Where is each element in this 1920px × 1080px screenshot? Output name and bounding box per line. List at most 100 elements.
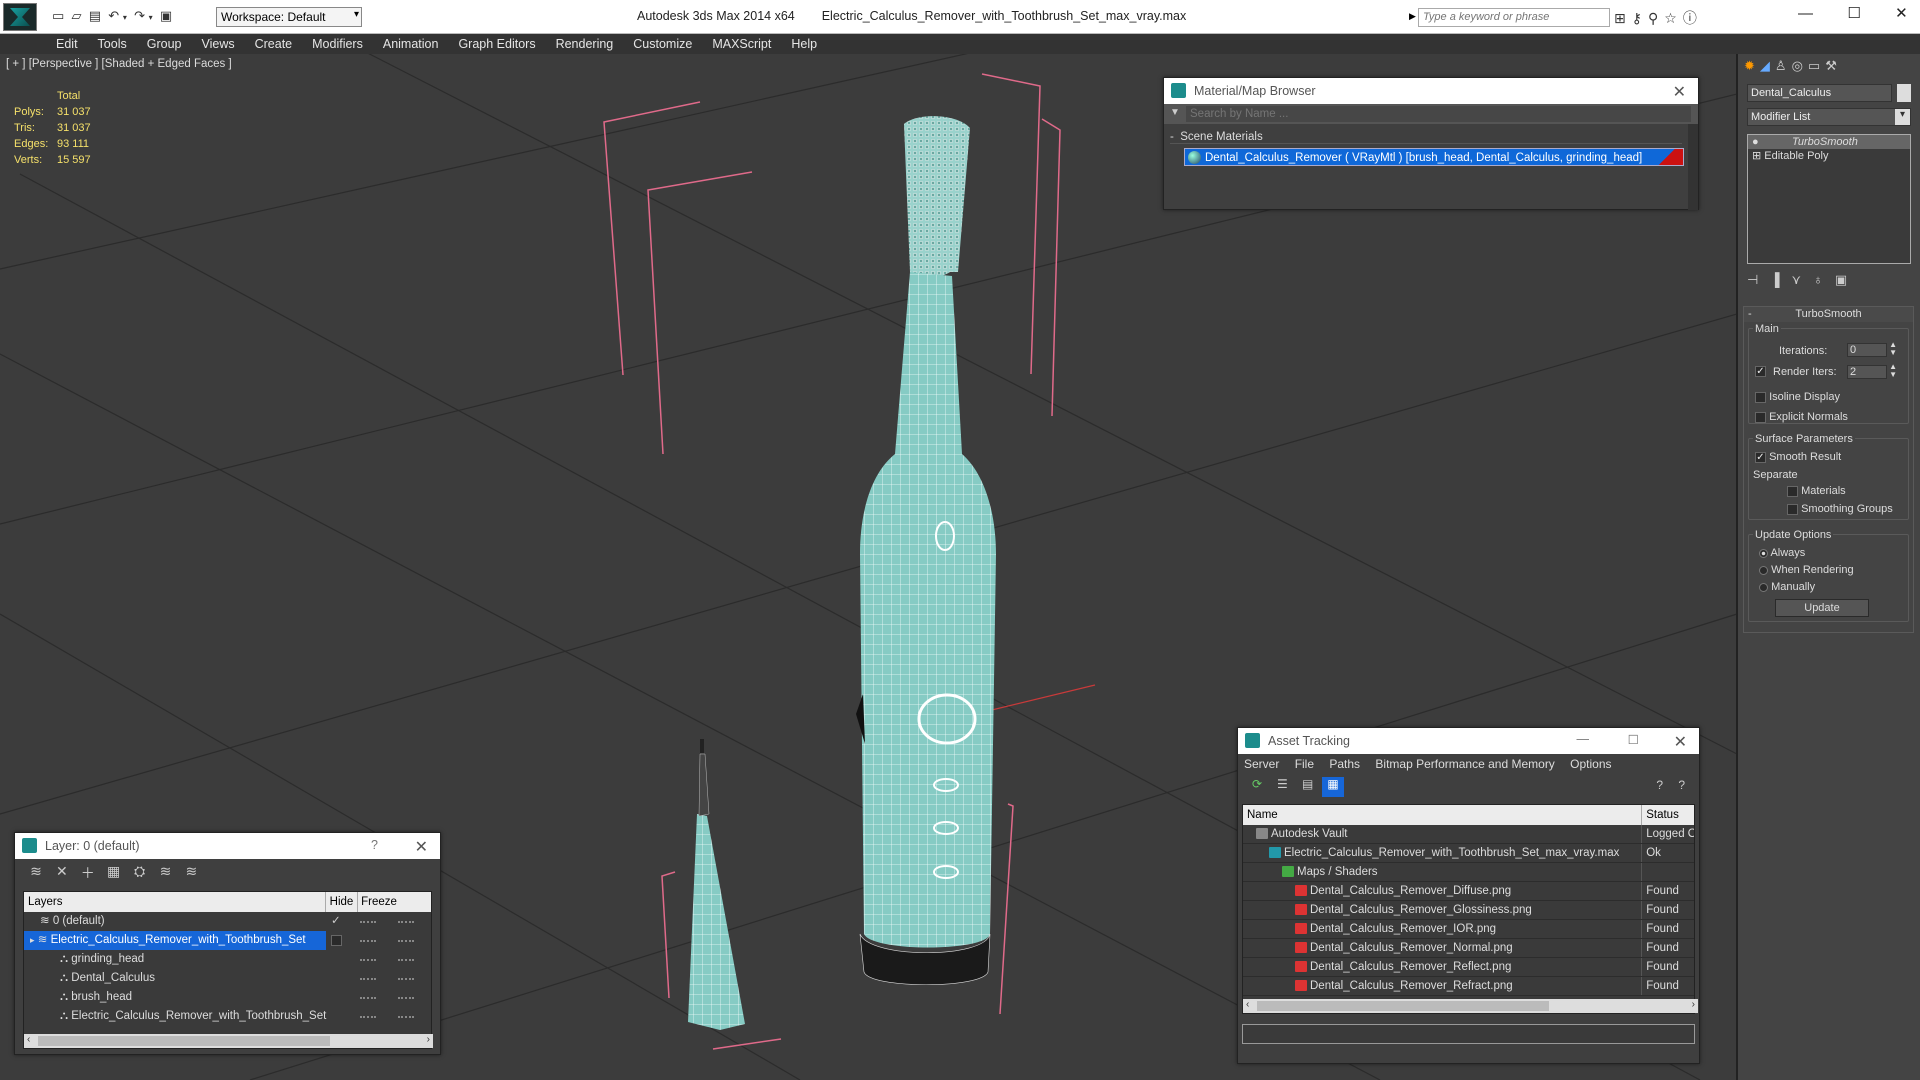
expand-icon[interactable]: ⊞ [1752,150,1761,162]
stack-item-turbosmooth[interactable]: ● TurboSmooth [1748,135,1910,149]
asset-row[interactable]: Dental_Calculus_Remover_Glossiness.png Fo… [1243,901,1694,920]
menu-create[interactable]: Create [245,34,303,51]
motion-tab-icon[interactable]: ◎ [1792,58,1808,73]
create-layer-icon[interactable]: ≋ [25,863,47,883]
asset-path-field[interactable] [1242,1024,1695,1044]
undo-icon[interactable]: ↶ [108,8,119,23]
star-icon[interactable]: ☆ [1664,10,1683,26]
when-rendering-radio[interactable] [1759,565,1768,575]
column-status[interactable]: Status [1642,805,1694,825]
smoothing-groups-checkbox[interactable] [1787,503,1798,515]
display-tab-icon[interactable]: ▭ [1808,58,1825,73]
refresh-icon[interactable]: ⟳ [1246,777,1268,797]
column-hide[interactable]: Hide [326,892,358,912]
update-button[interactable]: Update [1775,599,1869,617]
redo-dropdown-icon[interactable]: ▾ [149,13,153,22]
close-icon[interactable]: ✕ [1895,5,1908,22]
scroll-right-icon[interactable]: › [427,1034,430,1045]
freeze-toggle[interactable] [398,978,414,980]
asset-tracking-titlebar[interactable]: Asset Tracking — ☐ ✕ [1238,728,1699,754]
freeze-all-icon[interactable]: ≋ [180,863,202,883]
redo-icon[interactable]: ↷ [134,8,145,23]
menu-maxscript[interactable]: MAXScript [702,34,781,51]
menu-views[interactable]: Views [191,34,244,51]
asset-row[interactable]: Electric_Calculus_Remover_with_Toothbrus… [1243,844,1694,863]
maximize-icon[interactable]: ☐ [1847,5,1860,22]
create-tab-icon[interactable]: ✹ [1744,58,1760,73]
add-selection-icon[interactable]: ＋ [77,863,99,883]
search-input[interactable] [1419,9,1605,25]
menu-bitmap-performance[interactable]: Bitmap Performance and Memory [1375,757,1554,771]
help-icon[interactable]: ⓘ [1683,10,1703,26]
render-iters-checkbox[interactable]: ✓ [1755,365,1766,377]
scrollbar[interactable] [1688,124,1698,210]
delete-layer-icon[interactable]: ✕ [51,863,73,883]
new-file-icon[interactable]: ▭ [52,8,64,23]
layer-manager-titlebar[interactable]: Layer: 0 (default) ? ✕ [15,833,440,859]
smooth-result-checkbox[interactable]: ✓ [1755,451,1766,463]
scroll-left-icon[interactable]: ‹ [1246,999,1249,1010]
object-row[interactable]: ⛬ Electric_Calculus_Remover_with_Toothbr… [24,1007,431,1026]
freeze-toggle[interactable] [398,921,414,923]
asset-row[interactable]: Dental_Calculus_Remover_Refract.png Found [1243,977,1694,996]
layer-row[interactable]: ≋ 0 (default) ✓ [24,912,431,931]
select-objects-icon[interactable]: ▦ [103,863,125,883]
open-file-icon[interactable]: ▱ [72,8,82,23]
menu-animation[interactable]: Animation [373,34,449,51]
hide-toggle[interactable] [360,921,376,923]
pin-stack-icon[interactable]: ⊣ [1747,272,1770,287]
hide-toggle[interactable] [360,997,376,999]
hide-toggle[interactable] [360,940,376,942]
object-name-field[interactable]: Dental_Calculus [1747,84,1892,102]
current-layer-checkbox[interactable] [331,935,342,946]
material-item[interactable]: Dental_Calculus_Remover ( VRayMtl ) [bru… [1184,148,1684,166]
explicit-normals-checkbox[interactable] [1755,411,1766,423]
manually-radio[interactable] [1759,582,1768,592]
menu-rendering[interactable]: Rendering [546,34,624,51]
asset-row[interactable]: Dental_Calculus_Remover_Diffuse.png Found [1243,882,1694,901]
close-icon[interactable]: ✕ [1674,732,1687,752]
active-layer-check-icon[interactable]: ✓ [331,912,341,931]
freeze-toggle[interactable] [398,997,414,999]
menu-help[interactable]: Help [781,34,827,51]
help-icon[interactable]: ? [1656,778,1663,792]
help-tips-icon[interactable]: ? [1678,778,1685,792]
menu-server[interactable]: Server [1244,757,1279,771]
hide-all-icon[interactable]: ≋ [154,863,176,883]
materials-checkbox[interactable] [1787,485,1798,497]
list-view-icon[interactable]: ☰ [1271,777,1293,797]
layer-row-selected[interactable]: ▸ ≋ Electric_Calculus_Remover_with_Tooth… [24,931,431,950]
modify-tab-icon[interactable]: ◢ [1760,58,1775,73]
freeze-toggle[interactable] [398,1016,414,1018]
viewport-label[interactable]: [ + ] [Perspective ] [Shaded + Edged Fac… [6,58,232,70]
menu-options[interactable]: Options [1570,757,1611,771]
stack-item-editable-poly[interactable]: ⊞ Editable Poly [1748,149,1910,163]
lightbulb-icon[interactable]: ● [1752,136,1759,148]
always-radio[interactable] [1759,548,1768,558]
object-row[interactable]: ⛬ Dental_Calculus [24,969,431,988]
render-iters-spinner[interactable]: 2 ▲ ▼ [1847,363,1897,379]
table-view-icon[interactable]: ▦ [1322,777,1345,797]
minimize-icon[interactable]: — [1798,5,1813,22]
binoculars-icon[interactable]: ⊞ [1614,10,1632,26]
horizontal-scrollbar[interactable]: ‹ › [1243,999,1698,1013]
hide-toggle[interactable] [360,978,376,980]
spinner-arrows-icon[interactable]: ▲ ▼ [1889,341,1897,357]
asset-row[interactable]: Maps / Shaders [1243,863,1694,882]
app-logo-button[interactable] [3,3,37,31]
scroll-thumb[interactable] [1257,1001,1549,1011]
menu-file[interactable]: File [1295,757,1314,771]
spinner-arrows-icon[interactable]: ▲ ▼ [1889,363,1897,379]
filter-dropdown-icon[interactable]: ▼ [1170,107,1180,118]
hide-toggle[interactable] [360,959,376,961]
maximize-icon[interactable]: ☐ [1628,732,1639,747]
scroll-left-icon[interactable]: ‹ [27,1034,30,1045]
project-folder-icon[interactable]: ▣ [160,8,172,23]
menu-graph-editors[interactable]: Graph Editors [448,34,545,51]
save-icon[interactable]: ▤ [89,8,101,23]
utilities-tab-icon[interactable]: ⚒ [1825,58,1842,73]
minimize-icon[interactable]: — [1577,732,1590,746]
show-end-result-icon[interactable]: ▐ [1770,272,1791,287]
column-name[interactable]: Name [1243,805,1643,825]
object-color-swatch[interactable] [1897,84,1911,102]
